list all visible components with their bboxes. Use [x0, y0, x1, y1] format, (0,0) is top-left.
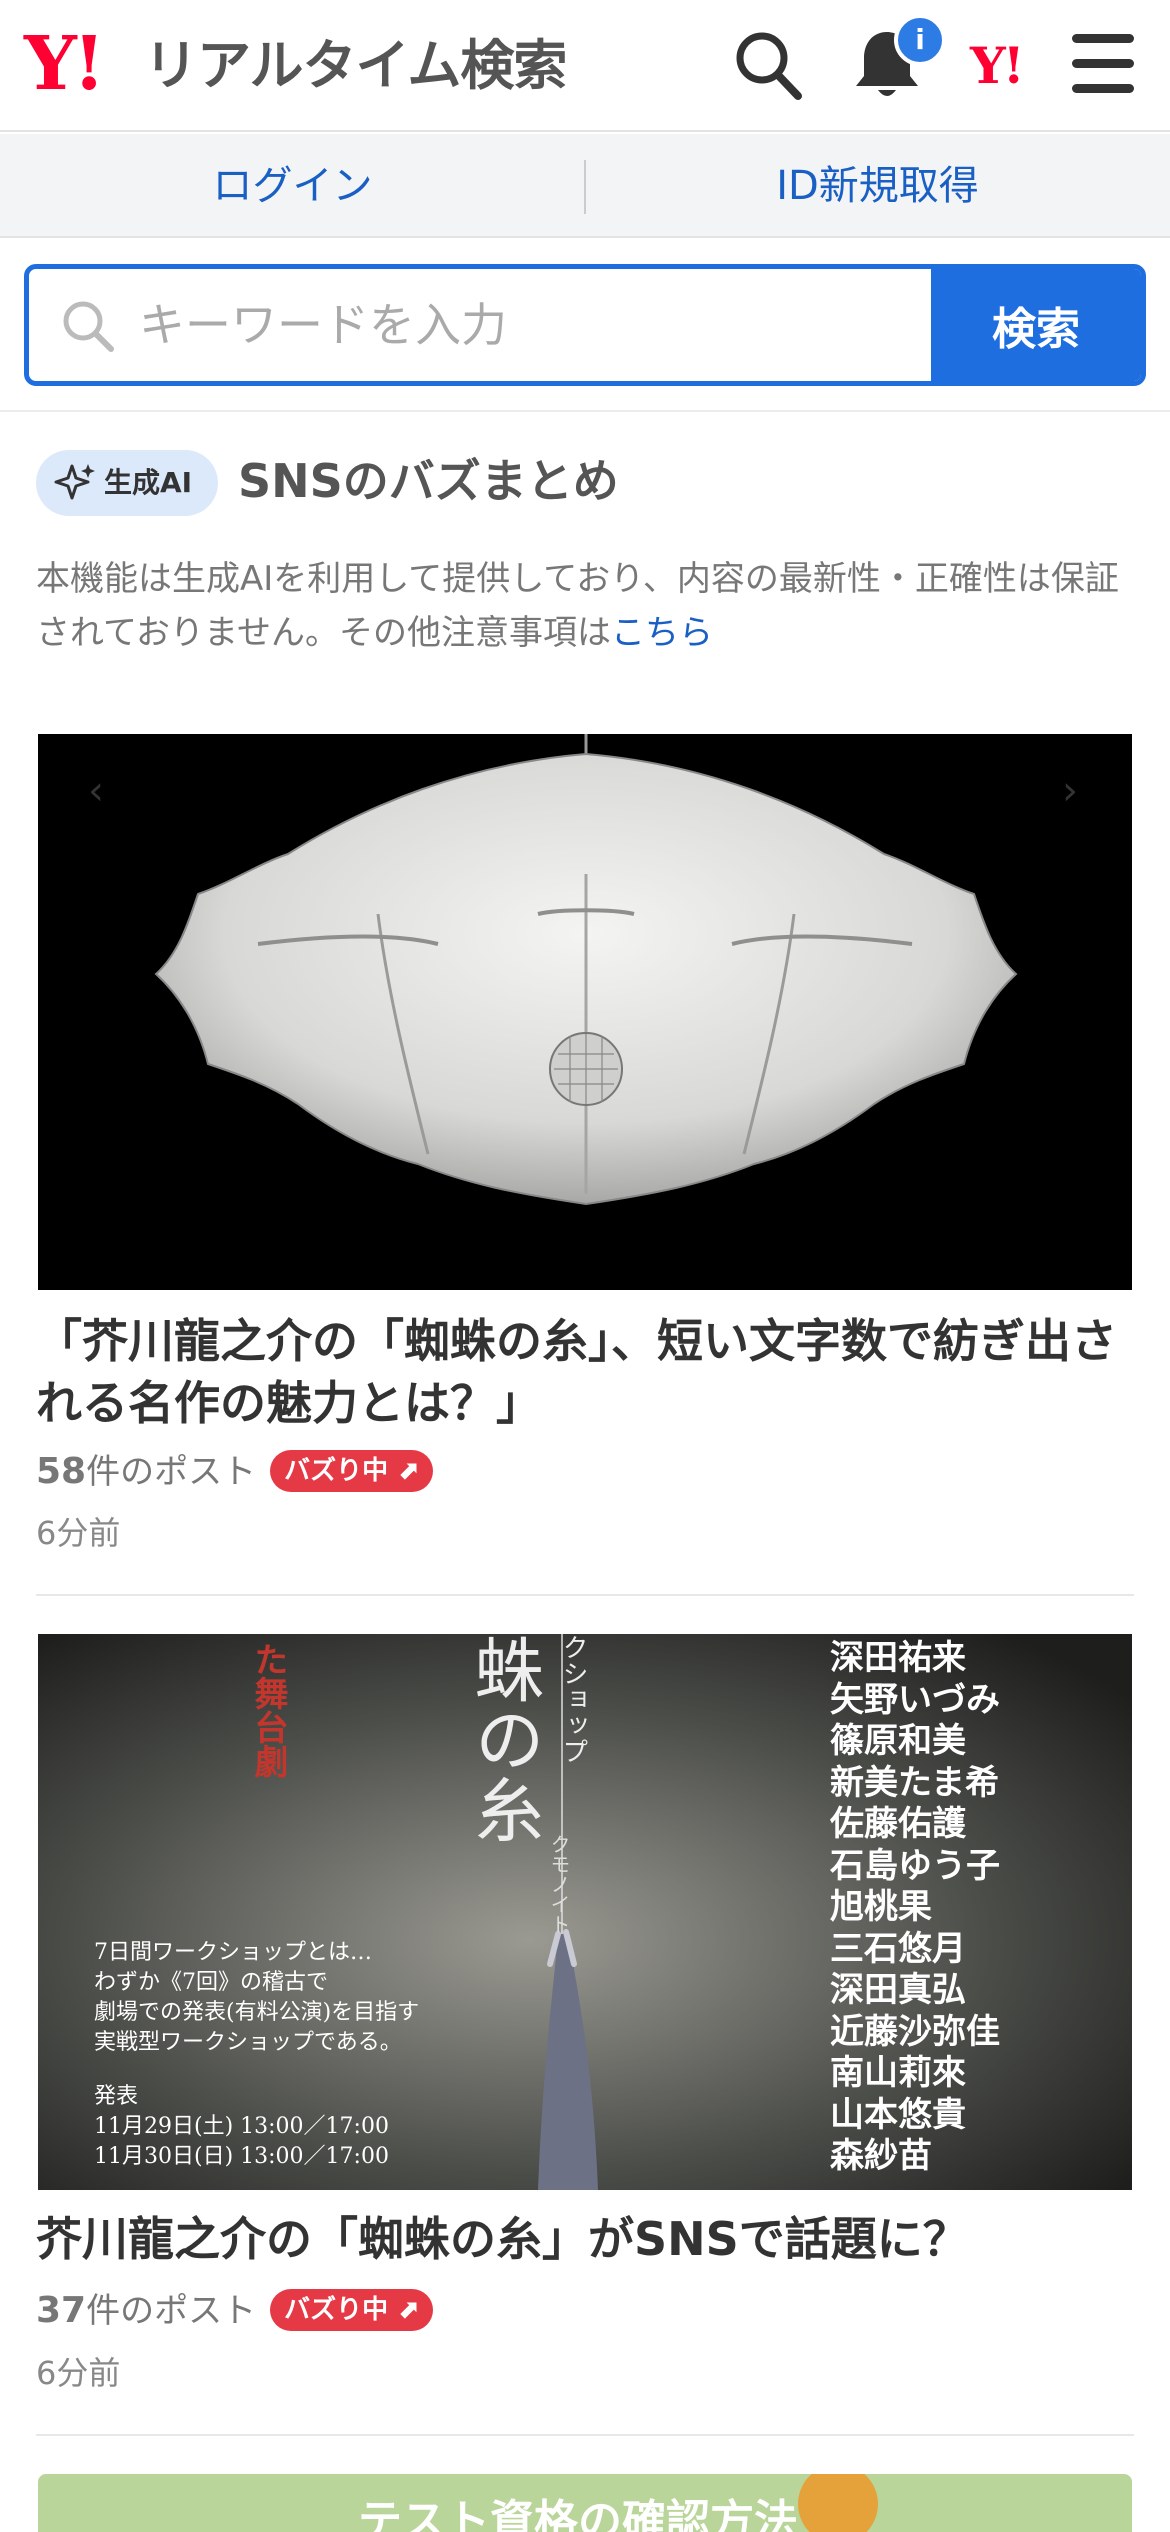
login-link[interactable]: ログイン — [0, 134, 585, 238]
poster-title: 蛛の糸 — [463, 1634, 545, 1844]
search-input[interactable] — [139, 269, 939, 381]
cast-member: 石島ゆう子 — [830, 1845, 1000, 1886]
buzz-badge: バズり中 ⬈ — [270, 1449, 433, 1492]
cast-member: 森紗苗 — [830, 2136, 932, 2176]
post-count-suffix: 件のポスト — [86, 2291, 257, 2331]
poster-description-line: 7日間ワークショップとは… — [94, 1940, 372, 1965]
cast-member: 新美たま希 — [830, 1762, 999, 1803]
section-title: SNSのバズまとめ — [238, 454, 619, 508]
card-meta: 37件のポスト バズり中 ⬈ — [36, 2286, 433, 2336]
svg-text:›: › — [1062, 768, 1078, 814]
poster-date: 11月29日(土) 13:00／17:00 — [94, 2114, 389, 2139]
poster-subtitle: クショップ — [558, 1634, 588, 1764]
cast-member: 三石悠月 — [830, 1928, 966, 1969]
poster-description: 7日間ワークショップとは… わずか《7回》の稽古で 劇場での発表(有料公演)を目… — [94, 1938, 419, 2172]
mascot-icon — [798, 2474, 878, 2532]
partial-card-text: テスト資格の確認方法 — [358, 2496, 798, 2532]
ai-badge-label: 生成AI — [104, 466, 193, 499]
menu-line — [1072, 59, 1134, 68]
section-divider — [0, 410, 1170, 412]
hamburger-menu-icon[interactable] — [1072, 34, 1134, 94]
menu-line — [1072, 34, 1134, 43]
poster-description-line: 実戦型ワークショップである。 — [94, 2030, 402, 2055]
card-image-poster[interactable]: た舞台劇 クショップ 蛛の糸 クモノイト 7日間ワークショップとは… わずか《7… — [38, 1634, 1132, 2190]
card-image-lamp[interactable]: ‹ › — [38, 734, 1132, 1290]
auth-bar: ログイン ID新規取得 — [0, 134, 1170, 238]
generative-ai-badge: 生成AI — [36, 450, 218, 516]
card-time: 6分前 — [36, 1514, 121, 1552]
post-count: 58 — [36, 1451, 87, 1492]
post-count: 37 — [36, 2290, 87, 2331]
card-title[interactable]: 「芥川龍之介の「蜘蛛の糸」、短い文字数で紡ぎ出される名作の魅力とは？」 — [36, 1310, 1146, 1434]
disclaimer-link[interactable]: こちら — [611, 613, 713, 653]
menu-line — [1072, 84, 1134, 93]
buzz-label: バズり中 — [284, 1455, 389, 1486]
cast-member: 矢野いづみ — [830, 1679, 1000, 1720]
cast-member: 深田祐来 — [830, 1638, 966, 1678]
poster-description-line: わずか《7回》の稽古で — [94, 1970, 328, 1995]
card-divider — [36, 2434, 1134, 2436]
poster-event-label: 発表 — [94, 2084, 139, 2109]
pendant-lamp-image: ‹ › — [88, 734, 1078, 1206]
cast-member: 近藤沙弥佳 — [830, 2011, 1000, 2052]
ai-disclaimer: 本機能は生成AIを利用して提供しており、内容の最新性・正確性は保証されておりませ… — [36, 552, 1136, 660]
buzz-label: バズり中 — [284, 2294, 389, 2325]
poster-ruby: クモノイト — [547, 1834, 571, 1934]
card-divider — [36, 1594, 1134, 1596]
card-time: 6分前 — [36, 2354, 121, 2392]
search-icon[interactable] — [732, 28, 804, 104]
cast-member: 深田真弘 — [830, 1970, 966, 2010]
card-title[interactable]: 芥川龍之介の「蜘蛛の糸」がSNSで話題に？ — [36, 2208, 1146, 2270]
post-count-suffix: 件のポスト — [86, 1452, 257, 1492]
search-icon — [63, 301, 114, 352]
search-box: 検索 — [24, 264, 1146, 386]
cast-member: 佐藤佑護 — [830, 1804, 966, 1844]
card-meta: 58件のポスト バズり中 ⬈ — [36, 1447, 433, 1497]
sparkle-icon — [54, 464, 95, 500]
cast-member: 山本悠貴 — [830, 2094, 966, 2135]
yahoo-logo[interactable]: Y! — [24, 24, 105, 104]
poster-description-line: 劇場での発表(有料公演)を目指す — [94, 2000, 420, 2025]
yahoo-top-link-icon[interactable]: Y! — [970, 38, 1025, 94]
poster-date: 11月30日(日) 13:00／17:00 — [94, 2144, 389, 2169]
poster-tagline: た舞台劇 — [248, 1642, 288, 1778]
buzz-badge: バズり中 ⬈ — [270, 2288, 433, 2331]
notification-badge[interactable]: i — [894, 14, 946, 66]
poster-cast-list: 深田祐来 矢野いづみ 篠原和美 新美たま希 佐藤佑護 石島ゆう子 旭桃果 三石悠… — [830, 1638, 1000, 2178]
signup-link[interactable]: ID新規取得 — [585, 134, 1170, 238]
service-title[interactable]: リアルタイム検索 — [144, 34, 567, 98]
disclaimer-text: 本機能は生成AIを利用して提供しており、内容の最新性・正確性は保証されておりませ… — [36, 559, 1119, 653]
cast-member: 旭桃果 — [830, 1887, 932, 1927]
svg-text:‹: ‹ — [88, 768, 104, 814]
cast-member: 篠原和美 — [830, 1721, 966, 1761]
cast-member: 南山莉來 — [830, 2053, 966, 2093]
search-button[interactable]: 検索 — [931, 269, 1141, 381]
card-image-partial[interactable]: テスト資格の確認方法 — [38, 2474, 1132, 2532]
app-header: Y! リアルタイム検索 i Y! — [0, 0, 1170, 132]
